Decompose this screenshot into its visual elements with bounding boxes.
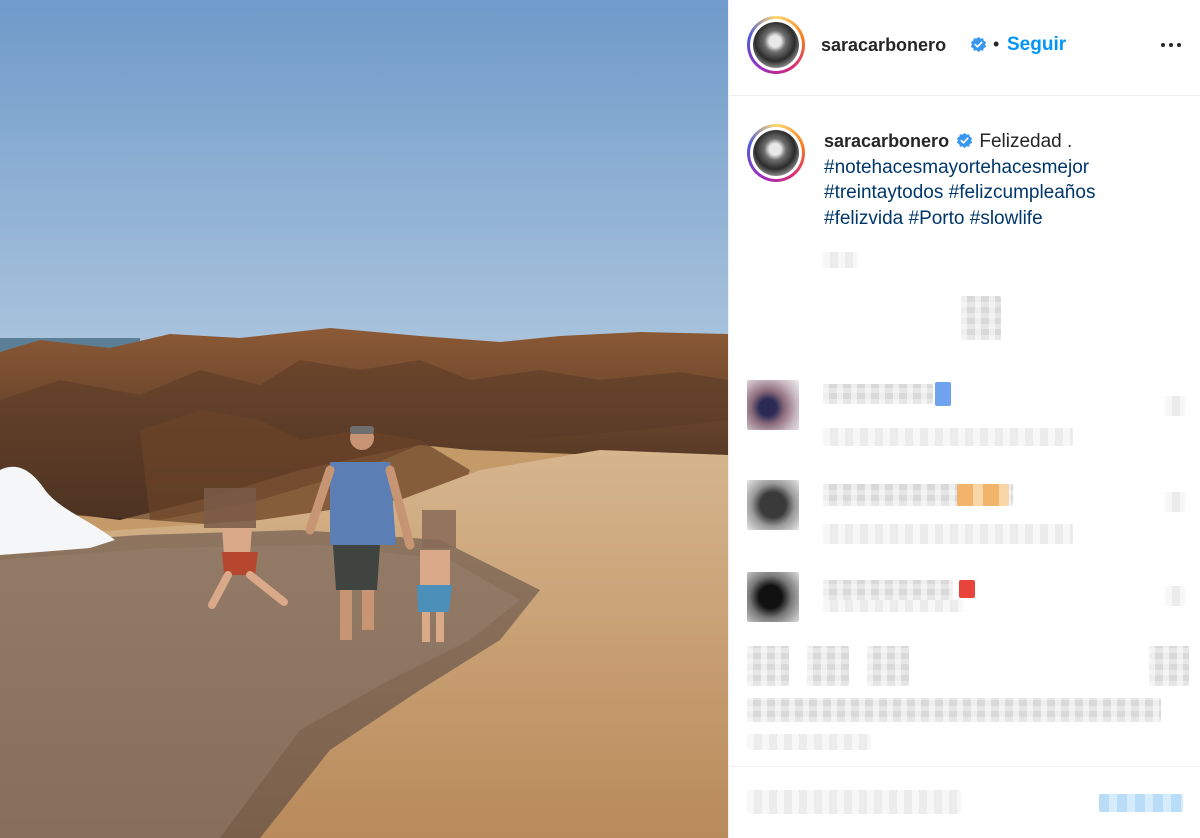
- hashtag-link[interactable]: #treintaytodos: [824, 182, 943, 203]
- censored-share-button[interactable]: [867, 646, 909, 686]
- caption-body: Felizedad .: [979, 131, 1073, 152]
- censored-emoji: [959, 580, 975, 598]
- censored-comment-avatar[interactable]: [747, 572, 799, 622]
- hashtag-link[interactable]: #notehacesmayortehacesmejor: [824, 157, 1089, 178]
- hashtag-link[interactable]: #felizvida: [824, 208, 903, 229]
- censored-comment-text: [823, 580, 953, 600]
- hashtag-link[interactable]: #Porto: [909, 208, 965, 229]
- censored-emoji: [935, 382, 951, 406]
- censored-comment-avatar[interactable]: [747, 380, 799, 430]
- censored-emoji: [957, 484, 1009, 506]
- censored-like-button[interactable]: [747, 646, 789, 686]
- censored-save-button[interactable]: [1149, 646, 1189, 686]
- post-header: saracarbonero • Seguir: [729, 0, 1200, 96]
- verified-badge-icon: [957, 132, 973, 149]
- censored-comment-text: [823, 384, 933, 404]
- post-caption: saracarbonero Felizedad . #notehacesmayo…: [729, 96, 1200, 266]
- censored-add-comment-input[interactable]: [747, 790, 961, 814]
- caption-avatar[interactable]: [747, 124, 805, 182]
- censored-timestamp: [823, 252, 857, 268]
- censored-load-more-icon[interactable]: [961, 296, 1001, 340]
- caption-text: saracarbonero Felizedad . #notehacesmayo…: [824, 129, 1184, 231]
- follow-button[interactable]: Seguir: [1007, 34, 1066, 56]
- censored-comment-avatar[interactable]: [747, 480, 799, 530]
- censored-publish-button[interactable]: [1099, 794, 1183, 812]
- censored-like-icon[interactable]: [1165, 492, 1185, 512]
- profile-avatar[interactable]: [747, 16, 805, 74]
- hashtag-link[interactable]: #slowlife: [970, 208, 1043, 229]
- post-photo: [0, 0, 728, 838]
- separator-dot: •: [993, 34, 1000, 54]
- hashtag-link[interactable]: #felizcumpleaños: [949, 182, 1096, 203]
- censored-comment-meta: [823, 428, 1073, 446]
- divider: [729, 766, 1200, 767]
- censored-like-icon[interactable]: [1165, 396, 1185, 416]
- censored-comment-meta: [823, 524, 1073, 544]
- censored-post-date: [747, 734, 871, 750]
- censored-like-icon[interactable]: [1165, 586, 1185, 606]
- censored-comment-button[interactable]: [807, 646, 849, 686]
- profile-username-link[interactable]: saracarbonero: [821, 35, 946, 56]
- censored-likes-count: [747, 698, 1161, 722]
- caption-username-link[interactable]: saracarbonero: [824, 131, 949, 151]
- verified-badge-icon: [970, 36, 987, 53]
- more-options-icon[interactable]: [1159, 32, 1183, 56]
- post-side-panel: saracarbonero • Seguir saracarbonero Fel…: [728, 0, 1200, 838]
- censored-comment-meta: [823, 600, 963, 612]
